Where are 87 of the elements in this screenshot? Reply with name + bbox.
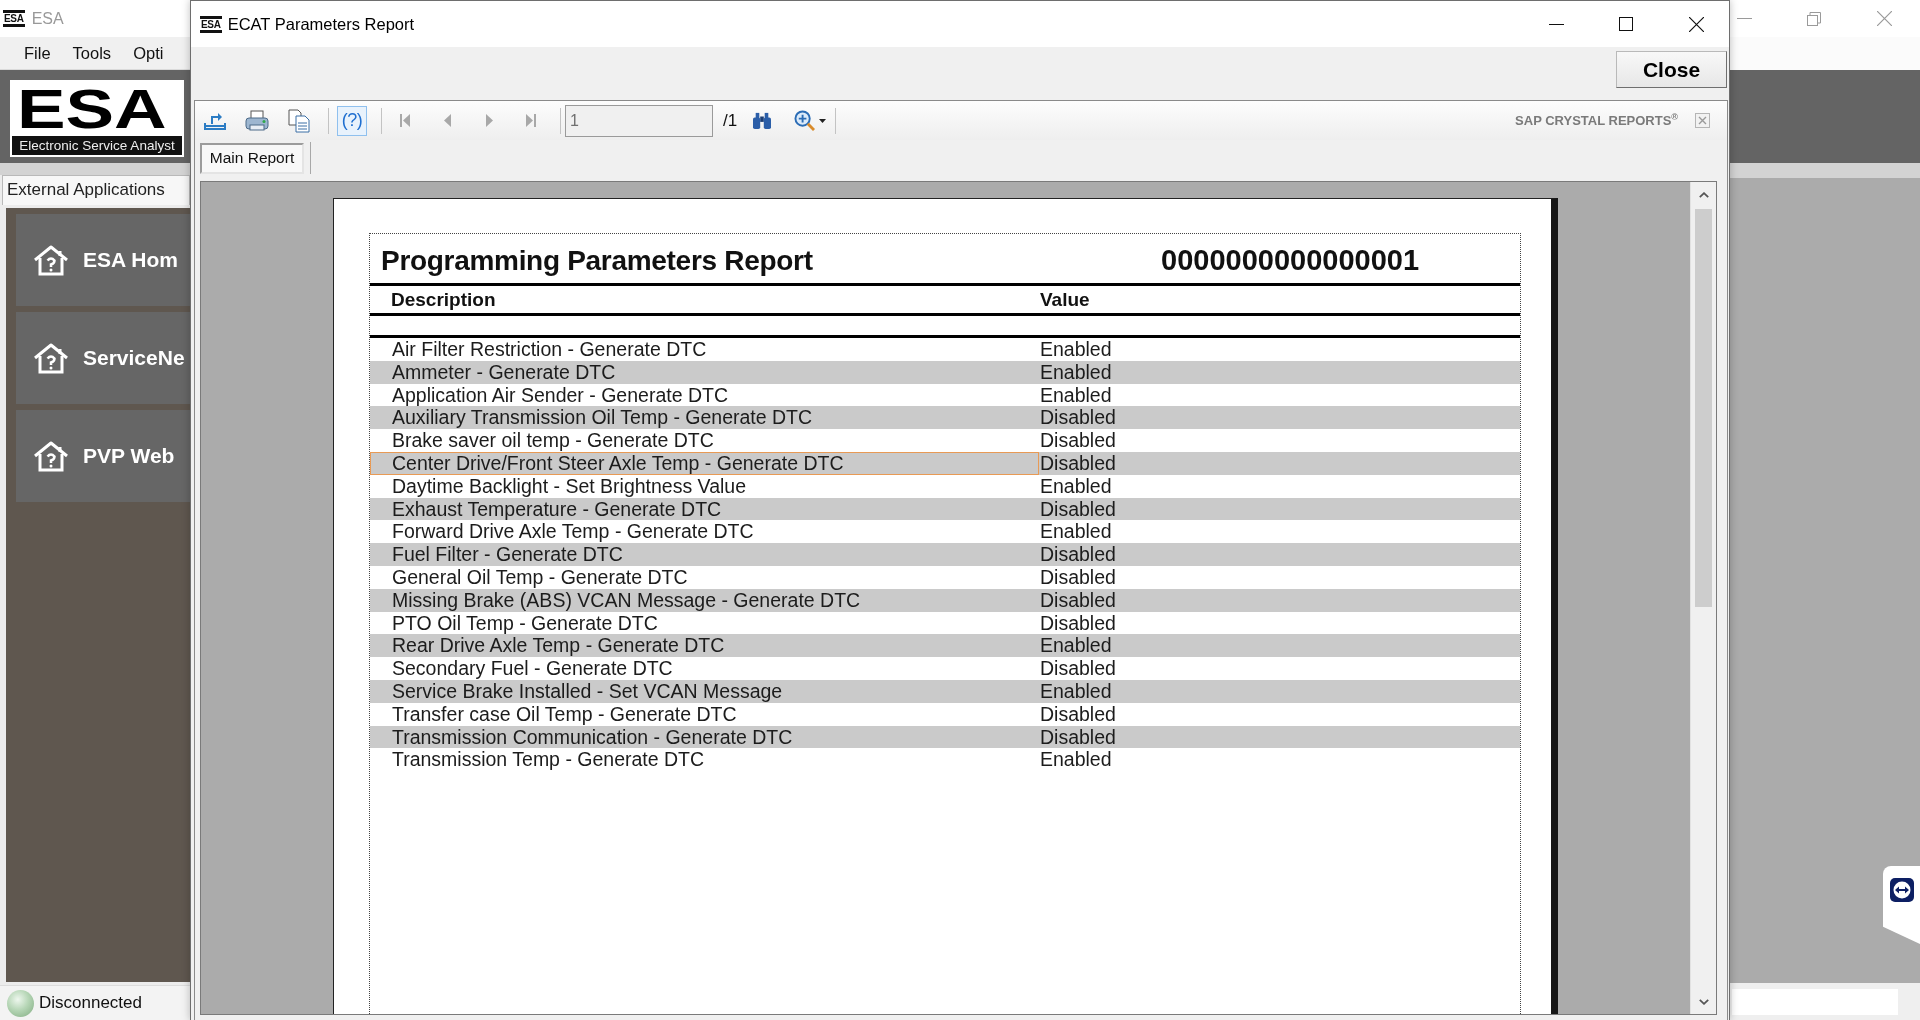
menu-item[interactable]: File <box>13 43 62 63</box>
caret-icon <box>819 118 827 123</box>
table-cell-text: Exhaust Temperature - Generate DTC <box>391 497 723 521</box>
help-button[interactable]: (?) <box>337 105 367 136</box>
zoom-in-icon <box>794 110 816 131</box>
last-page-icon <box>526 114 536 127</box>
restore-icon <box>1807 11 1821 26</box>
table-cell-text: Enabled <box>1039 679 1113 703</box>
table-cell-text: Ammeter - Generate DTC <box>391 360 617 384</box>
column-header: Value <box>1039 288 1091 311</box>
minimize-icon <box>1736 18 1752 19</box>
report-title: Programming Parameters Report <box>381 244 814 277</box>
next-page-icon <box>485 114 493 127</box>
printer-icon <box>245 109 269 132</box>
app-logo: ESA <box>3 10 25 27</box>
table-cell-text: Rear Drive Axle Temp - Generate DTC <box>391 634 726 658</box>
status-text: Disconnected <box>39 993 142 1013</box>
chevron-up-icon <box>1698 191 1709 198</box>
logo-title: ESA <box>17 82 168 136</box>
table-cell-text: Disabled <box>1039 406 1117 430</box>
status-orb-icon <box>7 989 34 1017</box>
table-cell-text: Enabled <box>1039 634 1113 658</box>
close-button[interactable]: Close <box>1616 51 1727 88</box>
page-count: /1 <box>723 110 738 131</box>
chevron-down-icon <box>1698 998 1709 1005</box>
panel-header: External Applications <box>2 175 190 205</box>
table-cell-text: Disabled <box>1039 588 1117 612</box>
house-icon <box>33 440 69 472</box>
report-number: 0000000000000001 <box>1161 244 1421 277</box>
table-cell-text: Disabled <box>1039 725 1117 749</box>
window-title: ECAT Parameters Report <box>227 14 415 34</box>
table-cell-text: General Oil Temp - Generate DTC <box>391 565 689 589</box>
previous-page-icon <box>443 114 451 127</box>
table-cell-text: Service Brake Installed - Set VCAN Message <box>391 679 784 703</box>
sidebar-item[interactable]: PVP Web <box>16 410 190 502</box>
table-cell-text: Disabled <box>1039 543 1117 566</box>
table-cell-text: Brake saver oil temp - Generate DTC <box>391 429 715 452</box>
close-icon <box>1688 16 1704 32</box>
table-cell-text: Enabled <box>1039 474 1113 498</box>
minimize-icon <box>1548 23 1564 25</box>
table-cell-text: Enabled <box>1039 383 1113 407</box>
binoculars-icon <box>752 111 773 130</box>
table-cell-text: Forward Drive Axle Temp - Generate DTC <box>391 520 755 544</box>
sidebar-item[interactable]: ESA Hom <box>16 214 190 306</box>
table-cell-text: Disabled <box>1039 497 1117 521</box>
menu-item[interactable]: Opti <box>122 43 175 63</box>
table-cell-text: Disabled <box>1039 657 1117 680</box>
input-field[interactable] <box>1732 989 1898 1015</box>
column-header: Description <box>390 288 497 311</box>
copy-icon <box>288 108 310 133</box>
table-cell-text: Enabled <box>1039 748 1113 772</box>
table-cell-text: Disabled <box>1039 611 1117 635</box>
table-cell-text: Fuel Filter - Generate DTC <box>391 543 624 566</box>
table-cell-text: Secondary Fuel - Generate DTC <box>391 657 674 680</box>
app-logo: ESA <box>200 15 222 33</box>
logo-subtitle: Electronic Service Analyst <box>12 136 182 155</box>
table-cell-text: Application Air Sender - Generate DTC <box>391 383 729 407</box>
window-title: ESA <box>31 9 64 28</box>
table-cell-text: Enabled <box>1039 520 1113 544</box>
table-cell-text: PTO Oil Temp - Generate DTC <box>391 611 659 635</box>
tab[interactable]: Main Report <box>200 142 304 174</box>
house-icon <box>33 244 69 276</box>
side-tab[interactable] <box>1883 866 1920 944</box>
table-cell-text: Air Filter Restriction - Generate DTC <box>391 338 708 361</box>
table-cell-text: Disabled <box>1039 702 1117 726</box>
close-button[interactable] <box>1695 113 1710 128</box>
house-icon <box>33 342 69 374</box>
table-cell-text: Disabled <box>1039 565 1117 589</box>
close-icon <box>1695 113 1710 128</box>
table-cell-text: Missing Brake (ABS) VCAN Message - Generate DTC <box>391 588 862 612</box>
table-cell: Center Drive/Front Steer Axle Temp - Generate DTC <box>370 452 1039 475</box>
table-cell-text: Auxiliary Transmission Oil Temp - Generate DTC <box>391 406 814 430</box>
table-cell-text: Daytime Backlight - Set Brightness Value <box>391 474 748 498</box>
menu-item[interactable]: Tools <box>61 43 123 63</box>
table-cell-text: Enabled <box>1039 338 1113 361</box>
table-cell-text: Disabled <box>1039 452 1117 475</box>
first-page-icon <box>400 114 410 127</box>
table-cell-text: Transfer case Oil Temp - Generate DTC <box>391 702 738 726</box>
close-icon <box>1876 11 1892 26</box>
sidebar-item[interactable]: ServiceNe <box>16 312 190 404</box>
table-cell-text: Transmission Temp - Generate DTC <box>391 748 706 772</box>
brand-label: SAP CRYSTAL REPORTS$^{®}$ <box>1515 112 1678 129</box>
table-cell-text: Enabled <box>1039 360 1113 384</box>
maximize-icon <box>1619 17 1633 31</box>
table-cell-text: Transmission Communication - Generate DTC <box>391 725 794 749</box>
table-cell-text: Disabled <box>1039 429 1117 452</box>
scrollbar-thumb[interactable] <box>1695 209 1712 607</box>
